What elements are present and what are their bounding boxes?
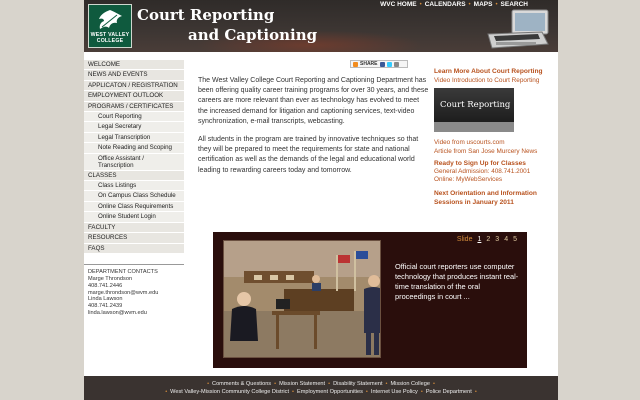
- oak-leaf-icon: [99, 10, 122, 29]
- general-admission-phone: General Admission: 408.741.2001: [434, 168, 531, 175]
- facebook-icon: [379, 61, 385, 67]
- slide-caption: Official court reporters use computer te…: [395, 262, 519, 301]
- sidebar-item-faculty[interactable]: FACULTY: [84, 222, 184, 234]
- signup-heading[interactable]: Ready to Sign Up for Classes: [434, 159, 554, 168]
- video-thumbnail[interactable]: Court Reporting: [434, 88, 514, 132]
- footer-separator: •: [365, 389, 368, 395]
- share-button[interactable]: SHARE: [350, 60, 408, 68]
- contact-name: Marge Throndson: [88, 275, 133, 282]
- slide-navigation: Slide 1 2 3 4 5: [457, 236, 517, 243]
- footer-mission-statement-link[interactable]: Mission Statement: [279, 380, 325, 388]
- sidebar-item-news-events[interactable]: NEWS AND EVENTS: [84, 70, 184, 81]
- right-column: Learn More About Court Reporting Video I…: [434, 67, 554, 207]
- footer-police-link[interactable]: Police Department: [426, 388, 472, 396]
- learn-more-heading[interactable]: Learn More About Court Reporting: [434, 67, 554, 76]
- top-navigation: WVC HOME • CALENDARS • MAPS • SEARCH: [380, 1, 528, 8]
- sidebar-item-court-reporting[interactable]: Court Reporting: [84, 112, 184, 123]
- contact-email[interactable]: marge.throndson@wvm.edu: [88, 290, 180, 297]
- footer-disability-link[interactable]: Disability Statement: [333, 380, 382, 388]
- intro-paragraph: All students in the program are trained …: [198, 136, 419, 174]
- intro-text: The West Valley College Court Reporting …: [198, 76, 430, 184]
- footer-employment-link[interactable]: Employment Opportunities: [297, 388, 363, 396]
- sidebar-item-legal-transcription[interactable]: Legal Transcription: [84, 132, 184, 144]
- orientation-heading[interactable]: Next Orientation and Information Session…: [434, 189, 554, 207]
- nav-calendars[interactable]: CALENDARS: [425, 1, 466, 8]
- steno-machine-illustration: [487, 9, 549, 49]
- site-title-line1: Court Reporting: [137, 6, 275, 24]
- nav-separator: •: [468, 1, 471, 8]
- courtroom-photo: [223, 240, 381, 358]
- slideshow: Slide 1 2 3 4 5 Official court reporters…: [213, 232, 527, 368]
- footer-separator: •: [420, 389, 423, 395]
- footer-row-2: • West Valley-Mission Community College …: [84, 388, 558, 396]
- email-icon: [393, 61, 399, 67]
- video-control-bar: [434, 122, 514, 132]
- nav-wvc-home[interactable]: WVC HOME: [380, 1, 416, 8]
- footer-comments-link[interactable]: Comments & Questions: [212, 380, 271, 388]
- logo-line2: COLLEGE: [96, 37, 124, 44]
- site-header: WEST VALLEY COLLEGE Court Reporting and …: [84, 0, 558, 52]
- college-logo[interactable]: WEST VALLEY COLLEGE: [88, 4, 132, 48]
- share-bookmark-icon: [353, 61, 358, 67]
- sidebar: WELCOME NEWS AND EVENTS APPLICATON / REG…: [84, 60, 184, 317]
- contact-email[interactable]: linda.lawson@wvm.edu: [88, 310, 180, 317]
- footer-separator: •: [385, 381, 388, 387]
- twitter-icon: [386, 61, 392, 67]
- contact-name: Linda Lawson: [88, 296, 123, 303]
- footer-mission-college-link[interactable]: Mission College: [390, 380, 429, 388]
- courtroom-illustration: [224, 241, 380, 357]
- video-thumbnail-text: Court Reporting: [440, 100, 511, 110]
- sidebar-item-programs[interactable]: PROGRAMS / CERTIFICATES: [84, 101, 184, 113]
- sidebar-item-class-listings[interactable]: Class Listings: [84, 181, 184, 192]
- footer-row-1: • Comments & Questions • Mission Stateme…: [84, 380, 558, 388]
- slide-4-button[interactable]: 4: [504, 236, 508, 243]
- sidebar-item-classes[interactable]: CLASSES: [84, 170, 184, 182]
- slide-2-button[interactable]: 2: [486, 236, 490, 243]
- nav-search[interactable]: SEARCH: [501, 1, 528, 8]
- footer-separator: •: [274, 381, 277, 387]
- video-source-link[interactable]: Video from uscourts.com: [434, 138, 554, 147]
- sidebar-item-online-requirements[interactable]: Online Class Requirements: [84, 201, 184, 213]
- page: WEST VALLEY COLLEGE Court Reporting and …: [84, 0, 558, 400]
- department-contacts: DEPARTMENT CONTACTS Marge Throndson 408.…: [84, 263, 184, 317]
- nav-separator: •: [419, 1, 422, 8]
- sidebar-item-faqs[interactable]: FAQs: [84, 243, 184, 254]
- sidebar-item-employment[interactable]: EMPLOYMENT OUTLOOK: [84, 91, 184, 102]
- sidebar-item-resources[interactable]: RESOURCES: [84, 233, 184, 244]
- nav-separator: •: [495, 1, 498, 8]
- slide-1-button[interactable]: 1: [477, 236, 481, 243]
- site-title-line2: and Captioning: [188, 26, 318, 44]
- sidebar-item-legal-secretary[interactable]: Legal Secretary: [84, 122, 184, 133]
- footer-district-link[interactable]: West Valley-Mission Community College Di…: [170, 388, 289, 396]
- mywebservices-link[interactable]: Online: MyWebServices: [434, 176, 554, 184]
- article-link[interactable]: Article from San Jose Murcery News: [434, 147, 554, 156]
- contact-phone: 408.741.2446: [88, 282, 123, 289]
- video-intro-link[interactable]: Video Introduction to Court Reporting: [434, 76, 554, 85]
- intro-paragraph: The West Valley College Court Reporting …: [198, 77, 429, 125]
- sidebar-item-student-login[interactable]: Online Student Login: [84, 212, 184, 223]
- footer-separator: •: [474, 389, 477, 395]
- site-footer: • Comments & Questions • Mission Stateme…: [84, 376, 558, 400]
- sidebar-item-welcome[interactable]: WELCOME: [84, 60, 184, 71]
- sidebar-item-application[interactable]: APPLICATON / REGISTRATION: [84, 80, 184, 92]
- slide-3-button[interactable]: 3: [495, 236, 499, 243]
- department-contacts-title: DEPARTMENT CONTACTS: [88, 268, 158, 275]
- footer-separator: •: [292, 389, 294, 395]
- footer-separator: •: [207, 381, 210, 387]
- footer-separator: •: [165, 389, 168, 395]
- slide-5-button[interactable]: 5: [513, 236, 517, 243]
- sidebar-item-office-assistant[interactable]: Office Assistant / Transcription: [84, 153, 184, 171]
- slide-label: Slide: [456, 236, 473, 243]
- nav-maps[interactable]: MAPS: [474, 1, 493, 8]
- footer-internet-policy-link[interactable]: Internet Use Policy: [371, 388, 418, 396]
- contact-phone: 408.741.2439: [88, 303, 123, 310]
- footer-separator: •: [432, 381, 435, 387]
- share-label: SHARE: [360, 61, 378, 67]
- sidebar-item-note-reading[interactable]: Note Reading and Scoping: [84, 143, 184, 154]
- sidebar-item-class-schedule[interactable]: On Campus Class Schedule: [84, 191, 184, 202]
- footer-separator: •: [328, 381, 331, 387]
